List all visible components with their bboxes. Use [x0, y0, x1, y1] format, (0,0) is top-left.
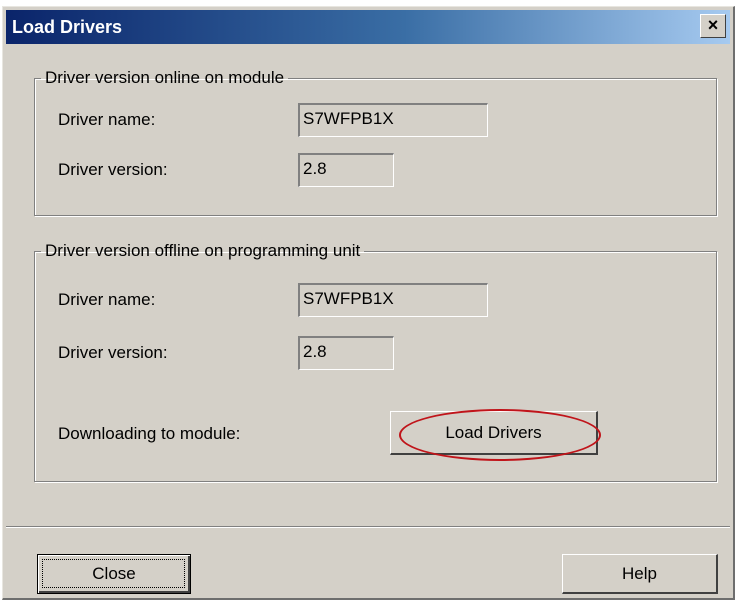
title-bar[interactable]: Load Drivers ×	[6, 10, 730, 44]
help-button-label: Help	[622, 563, 657, 583]
offline-driver-name-label: Driver name:	[58, 290, 156, 309]
window-title: Load Drivers	[12, 17, 123, 37]
online-group-title: Driver version online on module	[45, 68, 285, 87]
close-icon[interactable]: ×	[700, 14, 726, 38]
download-to-module-label: Downloading to module:	[58, 424, 241, 443]
offline-driver-name-field[interactable]: S7WFPB1X	[298, 283, 488, 317]
footer-separator-highlight	[6, 527, 730, 528]
load-drivers-button[interactable]: Load Drivers	[390, 411, 598, 455]
load-drivers-dialog: Load Drivers × Driver version online on …	[2, 6, 735, 600]
online-driver-group: Driver version online on module	[34, 68, 717, 216]
online-driver-version-label: Driver version:	[58, 160, 168, 179]
load-drivers-button-label: Load Drivers	[445, 422, 542, 442]
offline-group-title: Driver version offline on programming un…	[45, 241, 361, 260]
close-button-label: Close	[92, 564, 136, 583]
online-driver-name-field[interactable]: S7WFPB1X	[298, 103, 488, 137]
offline-driver-version-label: Driver version:	[58, 343, 168, 362]
online-driver-name-label: Driver name:	[58, 110, 156, 129]
help-button[interactable]: Help	[562, 554, 718, 594]
close-button[interactable]: Close	[37, 554, 191, 594]
offline-driver-version-field[interactable]: 2.8	[298, 336, 394, 370]
online-driver-version-field[interactable]: 2.8	[298, 153, 394, 187]
